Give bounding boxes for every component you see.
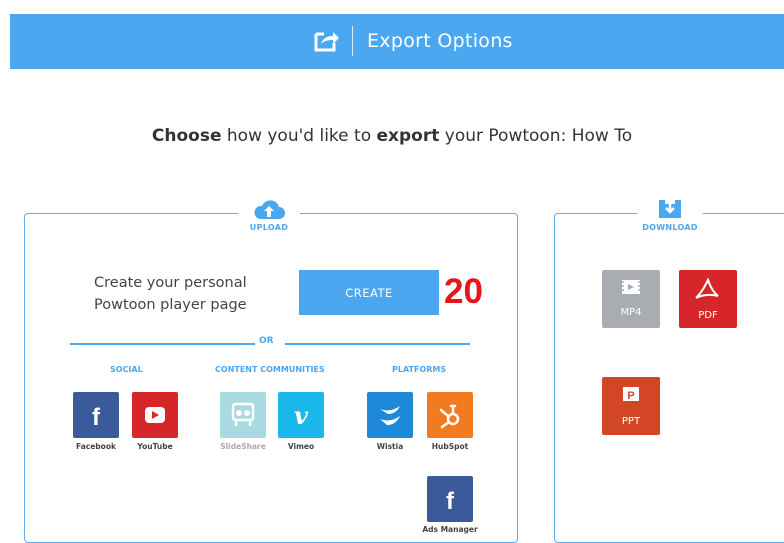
download-label: DOWNLOAD (642, 223, 698, 232)
or-divider-right (285, 343, 470, 345)
youtube-label: YouTube (137, 442, 173, 451)
wistia-button[interactable] (367, 392, 413, 438)
hubspot-icon (439, 404, 460, 429)
ppt-download-button[interactable]: P PPT (602, 377, 660, 435)
svg-text:f: f (92, 404, 101, 431)
headline-text-1: how you'd like to (221, 126, 377, 146)
create-button[interactable]: CREATE (299, 270, 439, 315)
svg-text:f: f (446, 488, 455, 515)
ppt-label: PPT (622, 416, 641, 427)
hubspot-button[interactable] (427, 392, 473, 438)
download-header: DOWNLOAD (637, 197, 703, 235)
category-social: SOCIAL (110, 365, 143, 374)
youtube-icon (145, 407, 165, 423)
powerpoint-icon: P PPT (622, 387, 641, 427)
upload-header: UPLOAD (238, 197, 300, 235)
or-label: OR (259, 336, 274, 346)
youtube-button[interactable] (132, 392, 178, 438)
or-divider-left (70, 343, 255, 345)
svg-text:v: v (294, 401, 309, 430)
cloud-upload-icon (254, 200, 285, 219)
create-line-2: Powtoon player page (94, 297, 247, 313)
export-options-header: Export Options (10, 14, 784, 69)
pdf-download-button[interactable]: PDF (679, 270, 737, 328)
facebook-ads-icon: f (446, 488, 455, 515)
share-icon (313, 29, 339, 53)
headline-text-2: your Powtoon: How To (439, 126, 633, 146)
export-headline: Choose how you'd like to export your Pow… (0, 126, 784, 146)
category-platforms: PLATFORMS (392, 365, 447, 374)
svg-text:P: P (627, 390, 634, 402)
download-icon (659, 200, 681, 218)
headline-bold-choose: Choose (151, 126, 222, 146)
wistia-icon (380, 406, 400, 425)
vimeo-label: Vimeo (287, 442, 315, 451)
mp4-label: MP4 (620, 307, 641, 318)
vimeo-icon: v (294, 401, 309, 430)
slideshare-icon (231, 402, 255, 426)
download-panel (554, 213, 784, 543)
mp4-download-button[interactable]: MP4 (602, 270, 660, 328)
annotation-marker: 20 (444, 272, 483, 311)
category-content-communities: CONTENT COMMUNITIES (215, 365, 325, 374)
page-title: Export Options (367, 30, 513, 52)
upload-label: UPLOAD (249, 223, 289, 232)
facebook-icon: f (92, 404, 101, 431)
facebook-button[interactable]: f (73, 392, 119, 438)
ads-manager-button[interactable]: f (427, 476, 473, 522)
headline-bold-export: export (376, 126, 440, 146)
video-file-icon: MP4 (620, 280, 642, 318)
create-line-1: Create your personal (94, 275, 247, 291)
ads-manager-label: Ads Manager (422, 525, 478, 534)
vimeo-button[interactable]: v (278, 392, 324, 438)
pdf-label: PDF (698, 310, 718, 321)
create-player-page-text: Create your personal Powtoon player page (94, 272, 247, 316)
hubspot-label: HubSpot (431, 442, 469, 451)
header-divider (352, 26, 353, 56)
pdf-icon: PDF (695, 277, 719, 321)
slideshare-button[interactable] (220, 392, 266, 438)
